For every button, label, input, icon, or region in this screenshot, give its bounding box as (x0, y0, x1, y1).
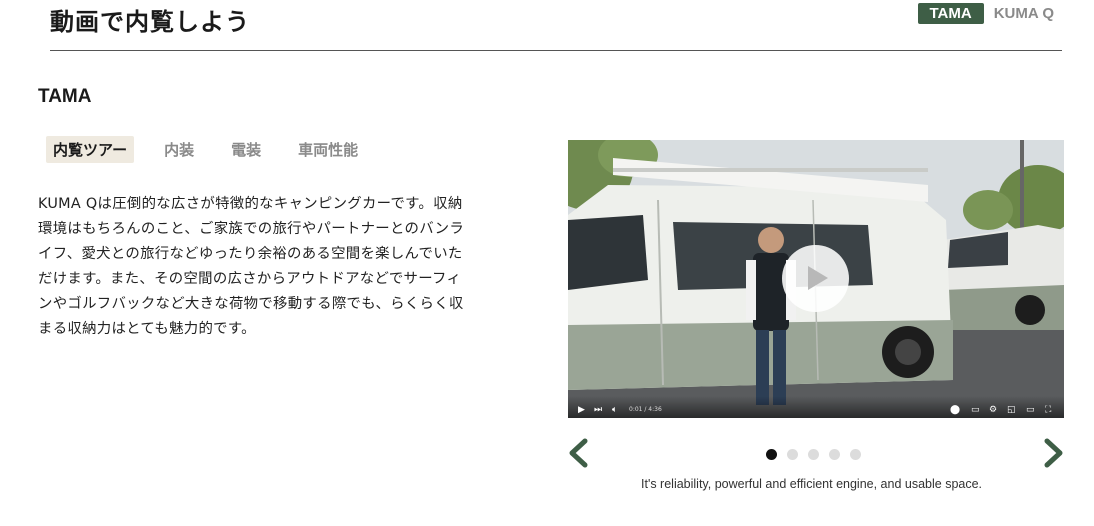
next-icon[interactable]: ⏭ (594, 405, 602, 415)
prev-arrow-icon[interactable] (566, 438, 592, 468)
carousel-dot-5[interactable] (850, 449, 861, 460)
play-icon-small[interactable]: ▶ (578, 405, 585, 415)
model-switch: TAMA KUMA Q (917, 3, 1054, 24)
carousel-dot-4[interactable] (829, 449, 840, 460)
volume-icon[interactable]: 🔈︎ (612, 405, 617, 415)
fullscreen-icon[interactable]: ⛶ (1045, 405, 1051, 415)
description-text: KUMA Qは圧倒的な広さが特徴的なキャンピングカーです。収納環境はもちろんのこ… (38, 196, 465, 337)
header-divider (50, 50, 1062, 51)
autoplay-toggle-icon[interactable]: ⬤ (950, 405, 960, 415)
page-title: 動画で内覧しよう (50, 8, 250, 36)
carousel-dot-1[interactable] (766, 449, 777, 460)
miniplayer-icon[interactable]: ◱ (1007, 405, 1016, 415)
theater-mode-icon[interactable]: ▭ (1026, 405, 1035, 415)
slide-caption: It's reliability, powerful and efficient… (641, 477, 983, 491)
tab-bar: 内覧ツアー 内装 電装 車両性能 (46, 136, 388, 163)
carousel-dot-3[interactable] (808, 449, 819, 460)
model-kuma-q-button[interactable]: KUMA Q (994, 3, 1054, 24)
carousel-dot-2[interactable] (787, 449, 798, 460)
tab-tour[interactable]: 内覧ツアー (46, 136, 135, 163)
subtitles-icon[interactable]: ▭ (971, 405, 980, 415)
video-controls: ▶ ⏭ 🔈︎ 0:01 / 4:36 ⬤ ▭ ⚙ ◱ ▭ ⛶ (568, 396, 1064, 418)
tab-interior[interactable]: 内装 (157, 136, 201, 163)
next-arrow-icon[interactable] (1040, 438, 1066, 468)
play-button[interactable] (782, 245, 849, 312)
video-player[interactable]: ▶ ⏭ 🔈︎ 0:01 / 4:36 ⬤ ▭ ⚙ ◱ ▭ ⛶ (568, 140, 1064, 418)
settings-gear-icon[interactable]: ⚙ (989, 405, 997, 415)
tab-vehicle-performance[interactable]: 車両性能 (291, 136, 365, 163)
play-icon (808, 266, 828, 290)
tab-electrical[interactable]: 電装 (224, 136, 268, 163)
carousel-dots (766, 449, 861, 460)
video-time: 0:01 / 4:36 (629, 406, 662, 413)
section-title: TAMA (38, 86, 92, 107)
model-tama-button[interactable]: TAMA (917, 3, 984, 24)
